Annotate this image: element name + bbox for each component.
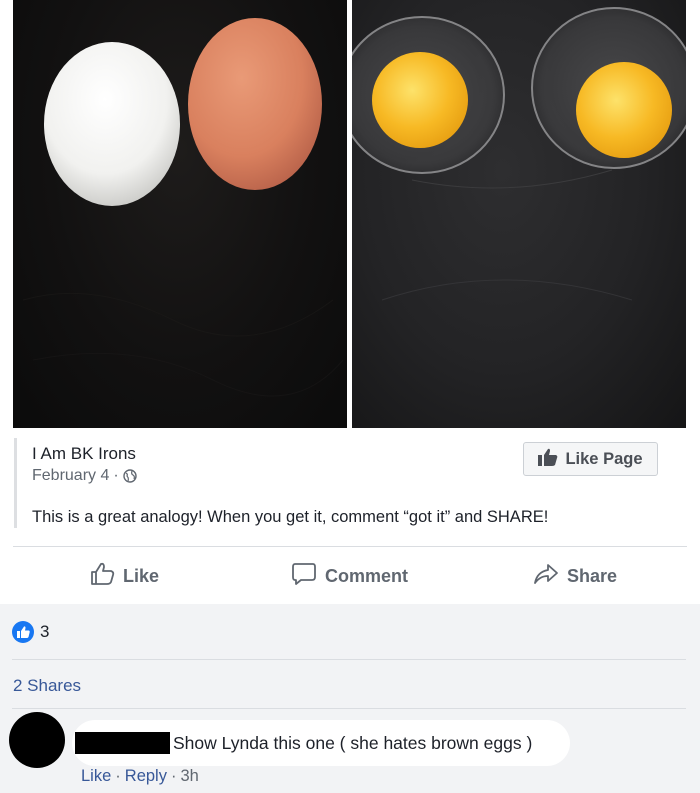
comment-bubble: Show Lynda this one ( she hates brown eg…: [72, 720, 570, 766]
comment-like-link[interactable]: Like: [81, 767, 111, 786]
divider: [12, 659, 686, 660]
divider: [12, 708, 686, 709]
thumbs-up-icon: [538, 448, 558, 471]
shares-count-link[interactable]: 2 Shares: [13, 676, 81, 696]
page-name-link[interactable]: I Am BK Irons: [32, 444, 136, 464]
like-label: Like: [123, 566, 160, 586]
comment-time[interactable]: 3h: [180, 767, 198, 786]
like-reaction-icon: [12, 621, 34, 643]
commenter-avatar[interactable]: [9, 712, 65, 768]
post-photo[interactable]: [0, 0, 700, 432]
comment-action-separator: ·: [170, 767, 177, 785]
like-page-label: Like Page: [565, 449, 643, 468]
share-label: Share: [567, 566, 618, 586]
post-text: This is a great analogy! When you get it…: [32, 508, 549, 526]
comment-button[interactable]: Comment: [291, 562, 408, 591]
white-egg: [44, 42, 180, 206]
share-arrow-icon: [533, 562, 559, 591]
yolk-right: [576, 62, 672, 158]
globe-icon: [123, 469, 137, 483]
divider: [13, 546, 687, 547]
comment-bubble-icon: [291, 562, 317, 591]
share-button[interactable]: Share: [533, 562, 617, 591]
comment-label: Comment: [325, 566, 409, 586]
feedback-section: 3 2 Shares Show Lynda this one ( she hat…: [0, 604, 700, 793]
date-separator: ·: [113, 467, 119, 484]
yolk-left: [372, 52, 468, 148]
comment-action-separator: ·: [115, 767, 121, 785]
reaction-summary[interactable]: 3: [12, 621, 49, 643]
photo-whole-eggs: [13, 0, 347, 428]
post-action-bar: Like Comment Share: [0, 548, 700, 604]
comment-text: Show Lynda this one ( she hates brown eg…: [173, 732, 533, 753]
brown-egg: [188, 18, 322, 190]
post-date-text: February 4: [32, 467, 110, 484]
thumbs-up-outline-icon: [90, 562, 115, 591]
reaction-count: 3: [40, 622, 50, 641]
redacted-commenter-name: [75, 732, 170, 754]
post-timestamp[interactable]: February 4 ·: [32, 467, 137, 485]
like-page-button[interactable]: Like Page: [523, 442, 658, 476]
like-button[interactable]: Like: [90, 562, 159, 591]
comment-reply-link[interactable]: Reply: [125, 767, 167, 786]
comment-actions: Like · Reply · 3h: [81, 767, 199, 786]
photo-cracked-eggs: [352, 0, 686, 428]
